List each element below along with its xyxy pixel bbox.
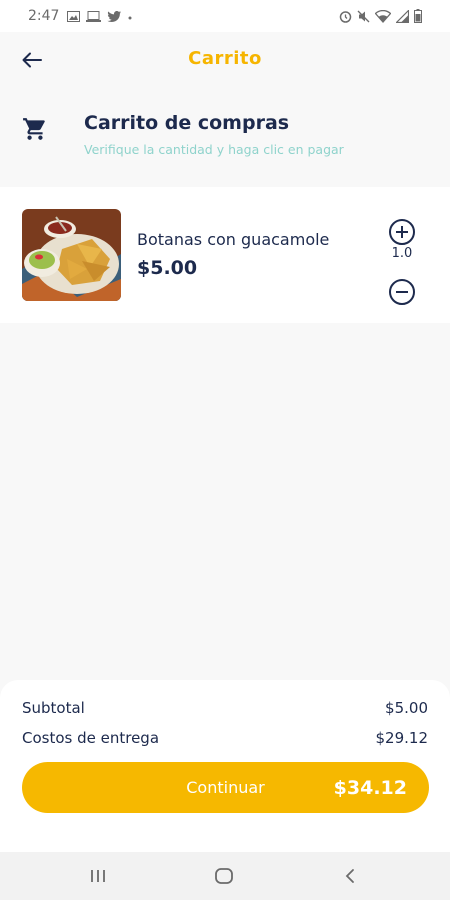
status-right-icons bbox=[339, 9, 422, 23]
subtotal-row: Subtotal $5.00 bbox=[22, 699, 428, 717]
plus-circle-icon bbox=[389, 219, 415, 245]
item-image bbox=[22, 209, 121, 301]
decrease-quantity-button[interactable] bbox=[388, 278, 416, 306]
minus-circle-icon bbox=[389, 279, 415, 305]
system-nav-bar bbox=[0, 852, 450, 900]
cart-section-header: Carrito de compras Verifique la cantidad… bbox=[0, 90, 450, 180]
section-title: Carrito de compras bbox=[84, 112, 290, 134]
shopping-cart-icon bbox=[23, 118, 45, 140]
subtotal-label: Subtotal bbox=[22, 699, 85, 717]
status-time: 2:47 bbox=[28, 8, 60, 24]
nachos-guacamole-photo bbox=[22, 209, 121, 301]
dot-icon bbox=[128, 16, 132, 19]
item-name: Botanas con guacamole bbox=[137, 230, 330, 249]
signal-icon bbox=[396, 9, 409, 23]
subtotal-value: $5.00 bbox=[385, 699, 428, 717]
battery-icon bbox=[414, 9, 422, 23]
delivery-row: Costos de entrega $29.12 bbox=[22, 729, 428, 747]
status-left-icons bbox=[67, 10, 133, 22]
section-subtitle: Verifique la cantidad y haga clic en pag… bbox=[84, 142, 344, 157]
alarm-icon bbox=[339, 10, 352, 23]
increase-quantity-button[interactable] bbox=[388, 218, 416, 246]
order-total: $34.12 bbox=[333, 776, 407, 799]
nav-back-button[interactable] bbox=[338, 864, 362, 888]
app-header: Carrito bbox=[0, 32, 450, 90]
continue-button[interactable]: Continuar $34.12 bbox=[22, 762, 429, 813]
home-button[interactable] bbox=[212, 864, 236, 888]
quantity-value: 1.0 bbox=[391, 246, 413, 261]
order-summary: Subtotal $5.00 Costos de entrega $29.12 … bbox=[0, 680, 450, 852]
twitter-icon bbox=[107, 10, 122, 22]
recent-apps-button[interactable] bbox=[86, 864, 110, 888]
home-icon bbox=[215, 868, 233, 884]
laptop-icon bbox=[86, 10, 102, 22]
item-price: $5.00 bbox=[137, 257, 198, 279]
mute-icon bbox=[357, 10, 370, 22]
delivery-label: Costos de entrega bbox=[22, 729, 160, 747]
wifi-icon bbox=[375, 9, 391, 23]
delivery-value: $29.12 bbox=[375, 729, 429, 747]
back-icon bbox=[345, 869, 354, 883]
recent-apps-icon bbox=[91, 870, 105, 882]
page-title: Carrito bbox=[188, 48, 262, 69]
image-icon bbox=[67, 10, 81, 22]
status-bar: 2:47 bbox=[0, 0, 450, 32]
